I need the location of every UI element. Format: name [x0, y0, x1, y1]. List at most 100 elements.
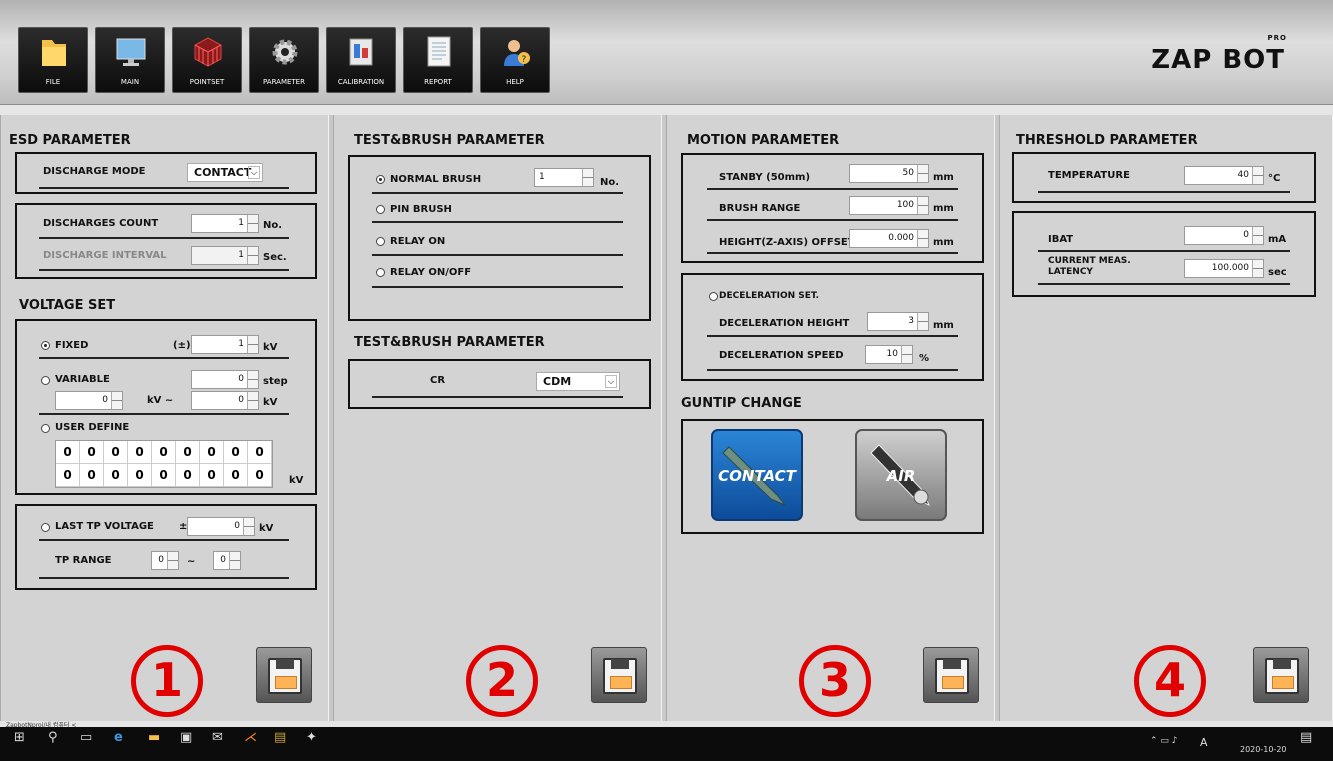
file-button[interactable]: FILE: [18, 27, 88, 93]
store-icon[interactable]: ▣: [180, 730, 192, 745]
user-define-cell[interactable]: 0: [104, 464, 128, 487]
zapbot-taskbar-icon[interactable]: ▤: [274, 730, 286, 745]
user-define-cell[interactable]: 0: [80, 464, 104, 487]
gear-icon: [272, 39, 298, 65]
user-define-cell[interactable]: 0: [152, 464, 176, 487]
taskbar-date[interactable]: 2020-10-20: [1240, 745, 1287, 754]
variable-from-input[interactable]: 0: [55, 391, 123, 410]
tp-range-from-input[interactable]: 0: [151, 551, 179, 570]
parameter-button[interactable]: PARAMETER: [249, 27, 319, 93]
cr-value: CDM: [543, 375, 572, 388]
windows-start-icon[interactable]: ⊞: [14, 730, 25, 745]
decel-height-unit: mm: [933, 320, 954, 331]
user-define-cell[interactable]: 0: [200, 464, 224, 487]
user-define-cell[interactable]: 0: [128, 464, 152, 487]
brush-range-label: BRUSH RANGE: [719, 203, 801, 214]
latency-input[interactable]: 100.000: [1184, 259, 1264, 278]
pointset-button-label: POINTSET: [189, 78, 225, 86]
variable-radio[interactable]: [41, 376, 50, 385]
divider: [1038, 250, 1290, 252]
calibration-button[interactable]: CALIBRATION: [326, 27, 396, 93]
save-button[interactable]: [923, 647, 979, 703]
last-tp-label: LAST TP VOLTAGE: [55, 521, 154, 532]
ibat-input[interactable]: 0: [1184, 226, 1264, 245]
normal-brush-input[interactable]: 1: [534, 168, 594, 187]
relay-onoff-radio[interactable]: [376, 268, 385, 277]
search-icon[interactable]: ⚲: [48, 730, 58, 745]
normal-brush-label: NORMAL BRUSH: [390, 174, 482, 185]
decel-speed-input[interactable]: 10: [865, 345, 913, 364]
variable-to-input[interactable]: 0: [191, 391, 259, 410]
relay-on-radio[interactable]: [376, 237, 385, 246]
panel-threshold: THRESHOLD PARAMETER TEMPERATURE 40 °C IB…: [999, 115, 1333, 724]
divider: [707, 252, 958, 254]
temperature-input[interactable]: 40: [1184, 166, 1264, 185]
stanby-input[interactable]: 50: [849, 164, 929, 183]
tp-range-sep: ~: [187, 556, 196, 567]
variable-step-input[interactable]: 0: [191, 370, 259, 389]
user-define-cell[interactable]: 0: [176, 464, 200, 487]
guntip-title: GUNTIP CHANGE: [681, 396, 802, 411]
main-button-label: MAIN: [120, 78, 140, 86]
help-button[interactable]: ? HELP: [480, 27, 550, 93]
save-button[interactable]: [591, 647, 647, 703]
tray-icons[interactable]: ⌃ ▭ ♪: [1150, 736, 1178, 746]
latency-unit: sec: [1268, 267, 1287, 278]
air-label: AIR: [886, 467, 916, 485]
user-define-cell[interactable]: 0: [80, 441, 104, 464]
floppy-disk-icon: [935, 658, 969, 694]
cr-select[interactable]: CDM ⌵: [536, 372, 620, 391]
floppy-disk-icon: [1265, 658, 1299, 694]
relay-onoff-label: RELAY ON/OFF: [390, 267, 472, 278]
esd-title: ESD PARAMETER: [9, 133, 131, 148]
notification-icon[interactable]: ▤: [1300, 730, 1312, 745]
relay-on-label: RELAY ON: [390, 236, 446, 247]
report-button[interactable]: REPORT: [403, 27, 473, 93]
monitor-icon: [116, 38, 146, 66]
main-button[interactable]: MAIN: [95, 27, 165, 93]
chevron-down-icon: ⌵: [605, 375, 617, 388]
edge-browser-icon[interactable]: e: [114, 730, 123, 745]
discharge-mode-select[interactable]: CONTACT ⌵: [187, 163, 263, 182]
latency-label-line1: CURRENT MEAS.: [1048, 256, 1131, 266]
user-define-cell[interactable]: 0: [56, 464, 80, 487]
decel-height-label: DECELERATION HEIGHT: [719, 318, 850, 329]
deceleration-set-radio[interactable]: [709, 292, 718, 301]
app-icon[interactable]: ⋌: [244, 730, 257, 745]
input-language[interactable]: A: [1200, 736, 1208, 749]
app-icon-2[interactable]: ✦: [306, 730, 317, 745]
air-button[interactable]: AIR: [855, 429, 947, 521]
discharges-count-input[interactable]: 1: [191, 214, 259, 233]
user-define-cell[interactable]: 0: [224, 464, 248, 487]
mail-icon[interactable]: ✉: [212, 730, 223, 745]
last-tp-radio[interactable]: [41, 523, 50, 532]
task-view-icon[interactable]: ▭: [80, 730, 92, 745]
user-define-cell[interactable]: 0: [200, 441, 224, 464]
user-define-radio[interactable]: [41, 424, 50, 433]
fixed-voltage-input[interactable]: 1: [191, 335, 259, 354]
normal-brush-radio[interactable]: [376, 175, 385, 184]
user-define-cell[interactable]: 0: [248, 441, 272, 464]
pointset-button[interactable]: POINTSET: [172, 27, 242, 93]
last-tp-input[interactable]: 0: [187, 517, 255, 536]
decel-height-input[interactable]: 3: [867, 312, 929, 331]
discharge-interval-input[interactable]: 1: [191, 246, 259, 265]
brush-range-input[interactable]: 100: [849, 196, 929, 215]
user-define-cell[interactable]: 0: [56, 441, 80, 464]
file-explorer-icon[interactable]: ▬: [148, 730, 160, 745]
save-button[interactable]: [1253, 647, 1309, 703]
cr-label: CR: [430, 375, 446, 386]
fixed-radio[interactable]: [41, 341, 50, 350]
report-button-label: REPORT: [424, 78, 452, 86]
user-define-cell[interactable]: 0: [152, 441, 176, 464]
user-define-cell[interactable]: 0: [248, 464, 272, 487]
height-offset-input[interactable]: 0.000: [849, 229, 929, 248]
user-define-cell[interactable]: 0: [104, 441, 128, 464]
user-define-cell[interactable]: 0: [224, 441, 248, 464]
save-button[interactable]: [256, 647, 312, 703]
user-define-cell[interactable]: 0: [176, 441, 200, 464]
pin-brush-radio[interactable]: [376, 205, 385, 214]
tp-range-to-input[interactable]: 0: [213, 551, 241, 570]
user-define-cell[interactable]: 0: [128, 441, 152, 464]
contact-button[interactable]: CONTACT: [711, 429, 803, 521]
